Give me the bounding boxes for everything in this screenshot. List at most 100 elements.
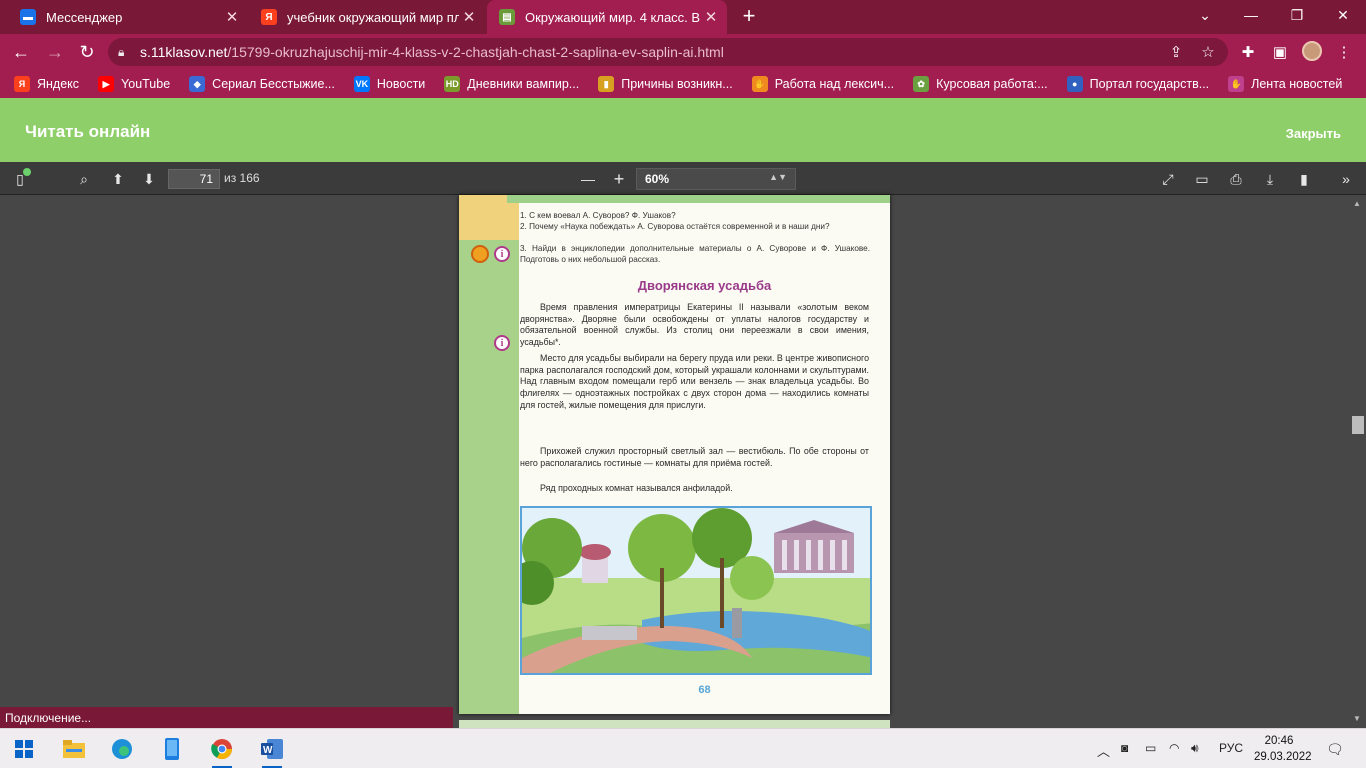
flower-icon: ✿ xyxy=(913,76,930,92)
reload-icon[interactable]: ↻ xyxy=(74,39,100,65)
tab-strip: ▬ Мессенджер ✕ Я учебник окружающий мир … xyxy=(0,0,1366,34)
battery-icon[interactable]: ▭ xyxy=(1145,741,1156,755)
browser-toolbar: ← → ↻ 🔒︎ s.11klasov.net/15799-okruzhajus… xyxy=(0,34,1366,70)
zoom-in-icon[interactable]: + xyxy=(609,169,629,189)
tab-search-chevron-icon[interactable]: ⌄ xyxy=(1182,0,1228,30)
bookmark-label: Новости xyxy=(376,77,426,91)
file-explorer-icon[interactable] xyxy=(60,735,88,763)
hand-icon: ✋ xyxy=(1228,76,1245,92)
address-bar[interactable]: 🔒︎ s.11klasov.net/15799-okruzhajuschij-m… xyxy=(108,38,1228,66)
svg-text:W: W xyxy=(263,745,273,756)
page-side-margin xyxy=(459,195,519,714)
forward-arrow-icon[interactable]: → xyxy=(42,39,68,65)
previous-page-icon[interactable]: ⬆ xyxy=(108,169,128,189)
bookmark-youtube[interactable]: ▶ YouTube xyxy=(98,76,170,92)
lock-icon: 🔒︎ xyxy=(118,45,125,59)
tab-messenger[interactable]: ▬ Мессенджер ✕ xyxy=(8,0,248,34)
bookmark-vampire-diaries[interactable]: HD Дневники вампир... xyxy=(444,76,579,92)
meet-now-icon[interactable]: ◙ xyxy=(1121,741,1128,755)
tab-title: Мессенджер xyxy=(46,9,123,25)
vk-icon: VK xyxy=(353,76,370,92)
bookmark-lexical-work[interactable]: ✋ Работа над лексич... xyxy=(751,76,894,92)
notification-center-icon[interactable]: 🗨︎ xyxy=(1326,741,1344,758)
tab-title: учебник окружающий мир пла xyxy=(287,9,459,25)
extensions-puzzle-icon[interactable]: ✚ xyxy=(1238,42,1258,62)
vertical-scrollbar[interactable]: ▲ ▼ xyxy=(1350,195,1366,728)
info-icon: i xyxy=(494,246,510,262)
back-arrow-icon[interactable]: ← xyxy=(8,39,34,65)
flame-icon: ◆ xyxy=(189,76,206,92)
restore-icon[interactable]: ❐ xyxy=(1274,0,1320,30)
open-file-icon[interactable]: ▭ xyxy=(1192,169,1212,189)
bookmark-label: Лента новостей xyxy=(1251,77,1343,91)
tab-textbook-search[interactable]: Я учебник окружающий мир пла ✕ xyxy=(249,0,485,34)
status-bar: Подключение... xyxy=(0,707,453,728)
bookmark-label: YouTube xyxy=(121,77,171,91)
menu-kebab-icon[interactable]: ⋮ xyxy=(1334,42,1354,62)
pdf-viewer[interactable]: i i 1. С кем воевал А. Суворов? Ф. Ушако… xyxy=(0,195,1366,730)
clock-date: 29.03.2022 xyxy=(1254,751,1312,763)
chrome-icon[interactable] xyxy=(208,735,236,768)
scroll-up-icon[interactable]: ▲ xyxy=(1353,199,1361,208)
bookmark-coursework[interactable]: ✿ Курсовая работа:... xyxy=(913,76,1048,92)
share-icon[interactable]: ⇪ xyxy=(1166,42,1186,62)
globe-icon: ● xyxy=(1066,76,1083,92)
url-host: s.11klasov.net xyxy=(140,44,228,60)
page-number: 68 xyxy=(698,684,711,696)
notification-dot xyxy=(23,168,31,176)
url-path: /15799-okruzhajuschij-mir-4-klass-v-2-ch… xyxy=(227,44,724,60)
zoom-select[interactable]: 60% ▲▼ xyxy=(636,168,796,190)
window-close-icon[interactable]: ✕ xyxy=(1320,0,1366,30)
wifi-icon[interactable]: ◠ xyxy=(1169,741,1179,755)
bookmark-label: Портал государств... xyxy=(1089,77,1210,91)
estate-illustration xyxy=(520,506,872,675)
bookmark-news-feed[interactable]: ✋ Лента новостей xyxy=(1228,76,1342,92)
windows-start-icon[interactable] xyxy=(10,735,38,763)
taskbar-clock[interactable]: 20:46 29.03.2022 xyxy=(1254,733,1312,765)
scroll-down-icon[interactable]: ▼ xyxy=(1353,714,1361,723)
word-icon[interactable]: W xyxy=(258,735,286,768)
clock-time: 20:46 xyxy=(1264,735,1294,747)
scrollbar-thumb[interactable] xyxy=(1352,416,1364,434)
bookmark-gov-portal[interactable]: ● Портал государств... xyxy=(1066,76,1210,92)
paragraph-4: Ряд проходных комнат назывался анфиладой… xyxy=(540,483,733,493)
print-icon[interactable]: ⎙ xyxy=(1226,169,1246,189)
pdf-toolbar: ▯ ⌕ ⬆ ⬇ 71 из 166 — + 60% ▲▼ ⤢ ▭ ⎙ ⤓ ▮ » xyxy=(0,162,1366,195)
search-icon[interactable]: ⌕ xyxy=(74,169,94,189)
paragraph-2: Место для усадьбы выбирали на берегу пру… xyxy=(520,353,869,410)
bookmark-icon[interactable]: ▮ xyxy=(1294,169,1314,189)
close-icon[interactable]: ✕ xyxy=(222,8,242,26)
phone-app-icon[interactable] xyxy=(158,735,186,763)
bookmark-news-vk[interactable]: VK Новости xyxy=(353,76,426,92)
page-number-input[interactable]: 71 xyxy=(168,169,220,189)
download-icon[interactable]: ⤓ xyxy=(1260,169,1280,189)
fullscreen-icon[interactable]: ⤢ xyxy=(1158,169,1178,189)
tab-book-active[interactable]: ▤ Окружающий мир. 4 класс. В 2 ✕ xyxy=(487,0,727,34)
bookmark-star-icon[interactable]: ☆ xyxy=(1198,42,1218,62)
sun-icon xyxy=(471,245,489,263)
next-page-icon[interactable]: ⬇ xyxy=(139,169,159,189)
close-icon[interactable]: ✕ xyxy=(701,8,721,26)
side-panel-icon[interactable]: ▣ xyxy=(1270,42,1290,62)
profile-avatar[interactable] xyxy=(1302,41,1322,61)
zoom-out-icon[interactable]: — xyxy=(578,169,598,189)
new-tab-button[interactable]: + xyxy=(737,5,761,29)
hand-icon: ✋ xyxy=(751,76,768,92)
chart-icon: ▮ xyxy=(598,76,615,92)
edge-browser-icon[interactable] xyxy=(108,735,136,763)
paragraph-1: Время правления императрицы Екатерины II… xyxy=(520,302,869,348)
input-language[interactable]: РУС xyxy=(1219,741,1243,755)
minimize-icon[interactable]: — xyxy=(1228,0,1274,30)
paragraph-3: Прихожей служил просторный светлый зал —… xyxy=(520,446,869,468)
more-tools-icon[interactable]: » xyxy=(1336,169,1356,189)
bookmark-serial[interactable]: ◆ Сериал Бесстыжие... xyxy=(189,76,335,92)
estate-park-image xyxy=(522,508,870,673)
bookmark-reasons[interactable]: ▮ Причины возникн... xyxy=(598,76,733,92)
volume-icon[interactable]: 🔊︎ xyxy=(1191,741,1199,756)
close-reader-link[interactable]: Закрыть xyxy=(1286,126,1341,141)
hd-icon: HD xyxy=(444,76,461,92)
close-icon[interactable]: ✕ xyxy=(459,8,479,26)
bookmark-yandex[interactable]: Я Яндекс xyxy=(14,76,79,92)
bookmark-label: Курсовая работа:... xyxy=(936,77,1048,91)
tray-chevron-up-icon[interactable]: ︿ xyxy=(1097,741,1110,760)
